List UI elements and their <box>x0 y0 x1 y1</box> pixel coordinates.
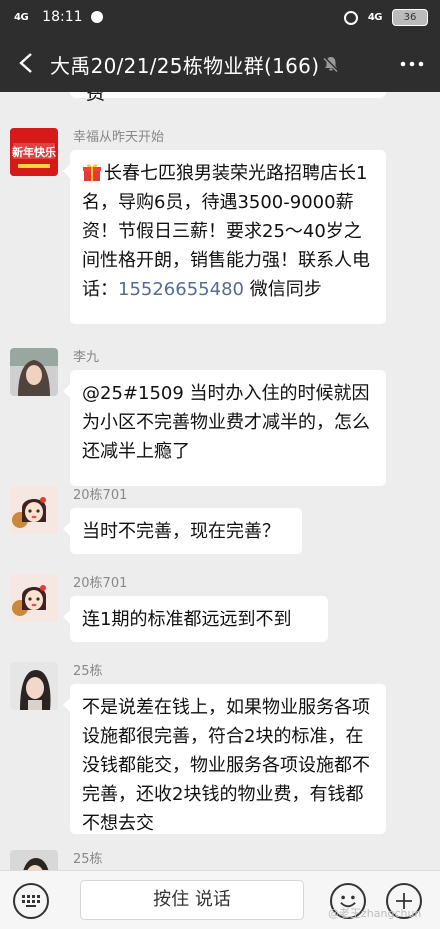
phone-number-link[interactable]: 15526655480 <box>118 279 244 300</box>
chat-message-list[interactable]: 费 新年快乐 幸福从昨天开始 长春七匹狼男装荣光路招聘店长1名，导购6员，待遇3… <box>0 92 440 870</box>
message-bubble[interactable]: 不是说差在钱上，如果物业服务各项设施都很完善，符合2块的标准，在没钱都能交，物业… <box>63 684 386 834</box>
sender-name: 李九 <box>73 350 100 365</box>
battery-icon: 36 <box>392 9 428 26</box>
message-bubble[interactable]: 长春七匹狼男装荣光路招聘店长1名，导购6员，待遇3500-9000薪资！节假日三… <box>63 150 386 324</box>
avatar-text: 新年快乐 <box>12 145 56 159</box>
sender-name: 幸福从昨天开始 <box>73 130 165 145</box>
keyboard-icon <box>22 895 40 907</box>
sender-avatar[interactable] <box>10 574 58 622</box>
keyboard-toggle-button[interactable] <box>13 883 49 919</box>
watermark-text: @老王zhangchun <box>328 907 422 920</box>
sender-avatar[interactable] <box>10 662 58 710</box>
sender-avatar[interactable] <box>10 850 58 870</box>
status-bar: 4G 18:11 4G 36 <box>0 0 440 36</box>
message-text-end: 微信同步 <box>243 279 322 300</box>
gift-emoji-icon <box>83 164 101 181</box>
status-time: 18:11 <box>42 9 83 25</box>
avatar-greeting-image: 新年快乐 <box>10 128 58 176</box>
sender-name: 25栋 <box>73 664 103 679</box>
previous-message-bubble <box>70 92 386 98</box>
chat-header: 大禹20/21/25栋物业群(166) <box>0 36 440 92</box>
avatar-photo-image <box>10 662 58 710</box>
avatar-photo-image <box>10 348 58 396</box>
mute-bell-icon <box>323 56 339 72</box>
network-indicator: 4G <box>367 12 383 23</box>
message-bubble[interactable]: 当时不完善，现在完善？ <box>63 508 302 554</box>
message-text: 不是说差在钱上，如果物业服务各项设施都很完善，符合2块的标准，在没钱都能交，物业… <box>82 697 370 834</box>
message-bubble[interactable]: 连1期的标准都远远到不到 <box>63 596 328 642</box>
avatar-cartoon-image <box>10 574 58 622</box>
avatar-cartoon-image <box>10 486 58 534</box>
back-arrow-icon[interactable] <box>14 50 40 76</box>
signal-indicator: 4G <box>14 11 29 23</box>
app-notification-icon <box>90 11 103 23</box>
sender-name: 20栋701 <box>73 488 128 503</box>
more-options-icon[interactable] <box>400 54 424 74</box>
message-text: 当时不完善，现在完善？ <box>82 521 280 542</box>
alarm-icon <box>343 10 358 25</box>
sender-avatar[interactable]: 新年快乐 <box>10 128 58 176</box>
previous-message-tail: 费 <box>86 92 106 104</box>
message-bubble[interactable]: @25#1509 当时办入住的时候就因为小区不完善物业费才减半的，怎么还减半上瘾… <box>63 370 386 486</box>
message-text: @25#1509 当时办入住的时候就因为小区不完善物业费才减半的，怎么还减半上瘾… <box>82 383 370 462</box>
sender-name: 25栋 <box>73 852 103 867</box>
message-text: 连1期的标准都远远到不到 <box>82 609 292 630</box>
hold-to-talk-button[interactable]: 按住 说话 <box>80 880 304 920</box>
sender-avatar[interactable] <box>10 486 58 534</box>
chat-title: 大禹20/21/25栋物业群(166) <box>50 54 320 78</box>
sender-name: 20栋701 <box>73 576 128 591</box>
sender-avatar[interactable] <box>10 348 58 396</box>
avatar-photo-image <box>10 850 58 870</box>
